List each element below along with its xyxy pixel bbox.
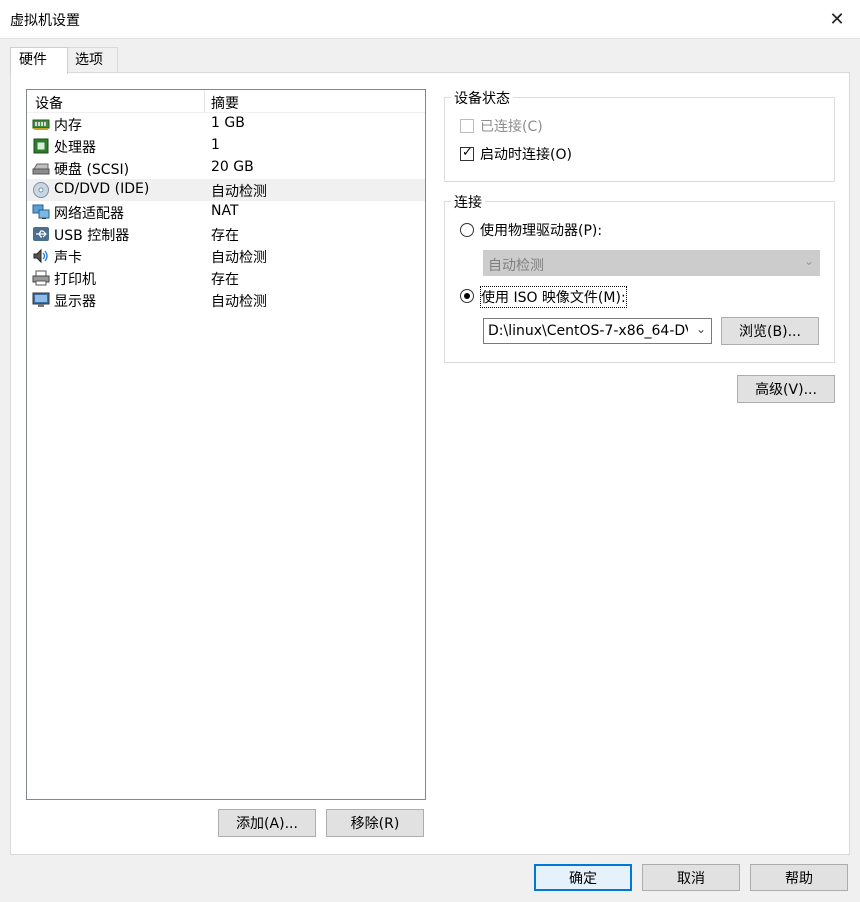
hardware-panel: 设备 摘要 内存 1 GB 处理器 1 硬盘 (SCSI) 20 GB CD/D… [10, 72, 850, 855]
network-adapter-icon [32, 204, 50, 219]
chevron-down-icon: ⌄ [803, 254, 814, 268]
advanced-button[interactable]: 高级(V)... [737, 375, 835, 403]
browse-button[interactable]: 浏览(B)... [721, 317, 819, 345]
device-summary: 存在 [211, 228, 239, 244]
iso-image-radio[interactable] [460, 289, 474, 303]
help-button[interactable]: 帮助 [750, 864, 848, 891]
device-summary: 存在 [211, 272, 239, 288]
remove-device-button[interactable]: 移除(R) [326, 809, 424, 837]
advanced-label: 高级(V)... [755, 382, 817, 398]
device-name: 硬盘 (SCSI) [54, 162, 130, 178]
connect-at-power-on-label: 启动时连接(O) [480, 147, 572, 163]
tab-options-label: 选项 [75, 52, 103, 68]
help-label: 帮助 [785, 870, 813, 887]
connected-checkbox[interactable] [460, 119, 474, 133]
device-summary: 20 GB [211, 159, 254, 175]
printer-icon [32, 270, 50, 286]
column-separator[interactable] [204, 90, 205, 112]
device-summary: NAT [211, 203, 239, 219]
device-name: 打印机 [54, 272, 96, 288]
device-status-group: 设备状态 已连接(C) ✓ 启动时连接(O) [444, 88, 835, 182]
cancel-button[interactable]: 取消 [642, 864, 740, 891]
device-summary: 自动检测 [211, 294, 267, 310]
device-list[interactable]: 设备 摘要 内存 1 GB 处理器 1 硬盘 (SCSI) 20 GB CD/D… [26, 89, 426, 800]
physical-drive-radio[interactable] [460, 223, 474, 237]
display-icon [32, 292, 50, 307]
hard-disk-icon [32, 163, 50, 175]
device-name: 网络适配器 [54, 206, 124, 222]
tab-options[interactable]: 选项 [66, 47, 118, 72]
iso-path-combo[interactable]: D:\linux\CentOS-7-x86_64-DVD ⌄ [483, 318, 712, 344]
cd-dvd-icon [33, 182, 49, 198]
device-status-title: 设备状态 [451, 88, 513, 108]
tab-hardware-label: 硬件 [19, 52, 47, 68]
device-name: USB 控制器 [54, 228, 130, 244]
remove-device-label: 移除(R) [350, 816, 400, 832]
device-name: CD/DVD (IDE) [54, 181, 150, 197]
device-summary: 自动检测 [211, 184, 267, 200]
physical-drive-label: 使用物理驱动器(P): [480, 223, 603, 239]
device-name: 声卡 [54, 250, 82, 266]
checkmark-icon: ✓ [462, 145, 473, 160]
memory-icon [32, 119, 50, 130]
usb-icon [33, 227, 49, 241]
list-header: 设备 摘要 [27, 90, 425, 113]
device-row-display[interactable]: 显示器 自动检测 [27, 289, 425, 311]
device-summary: 1 GB [211, 115, 245, 131]
title-bar: 虚拟机设置 ✕ [0, 0, 860, 39]
connection-title: 连接 [451, 192, 485, 212]
sound-card-icon [33, 248, 48, 264]
device-row-processor[interactable]: 处理器 1 [27, 135, 425, 157]
tab-hardware[interactable]: 硬件 [10, 47, 68, 74]
device-row-sound-card[interactable]: 声卡 自动检测 [27, 245, 425, 267]
iso-image-label: 使用 ISO 映像文件(M): [480, 286, 627, 308]
device-row-memory[interactable]: 内存 1 GB [27, 113, 425, 135]
cancel-label: 取消 [677, 870, 705, 887]
column-header-device[interactable]: 设备 [35, 93, 63, 113]
physical-drive-select[interactable]: 自动检测 ⌄ [483, 250, 820, 276]
iso-path-value: D:\linux\CentOS-7-x86_64-DVD [488, 323, 688, 339]
add-device-label: 添加(A)... [236, 816, 298, 832]
close-icon: ✕ [829, 8, 845, 30]
add-device-button[interactable]: 添加(A)... [218, 809, 316, 837]
device-summary: 1 [211, 137, 220, 153]
ok-label: 确定 [569, 870, 597, 887]
device-row-printer[interactable]: 打印机 存在 [27, 267, 425, 289]
device-row-cd-dvd[interactable]: CD/DVD (IDE) 自动检测 [27, 179, 425, 201]
ok-button[interactable]: 确定 [534, 864, 632, 891]
device-row-network-adapter[interactable]: 网络适配器 NAT [27, 201, 425, 223]
device-summary: 自动检测 [211, 250, 267, 266]
device-row-hard-disk[interactable]: 硬盘 (SCSI) 20 GB [27, 157, 425, 179]
device-name: 处理器 [54, 140, 96, 156]
connected-label: 已连接(C) [480, 119, 543, 135]
browse-label: 浏览(B)... [739, 324, 801, 340]
processor-icon [33, 138, 49, 154]
radio-selected-dot [464, 293, 470, 299]
physical-drive-value: 自动检测 [488, 258, 544, 274]
window-title: 虚拟机设置 [10, 13, 80, 29]
chevron-down-icon: ⌄ [695, 322, 706, 336]
connection-group: 连接 使用物理驱动器(P): 自动检测 ⌄ 使用 ISO 映像文件(M): D:… [444, 192, 835, 363]
close-button[interactable]: ✕ [814, 0, 860, 38]
device-name: 显示器 [54, 294, 96, 310]
device-name: 内存 [54, 118, 82, 134]
device-row-usb-controller[interactable]: USB 控制器 存在 [27, 223, 425, 245]
column-header-summary[interactable]: 摘要 [211, 93, 239, 113]
connect-at-power-on-checkbox[interactable]: ✓ [460, 145, 474, 161]
